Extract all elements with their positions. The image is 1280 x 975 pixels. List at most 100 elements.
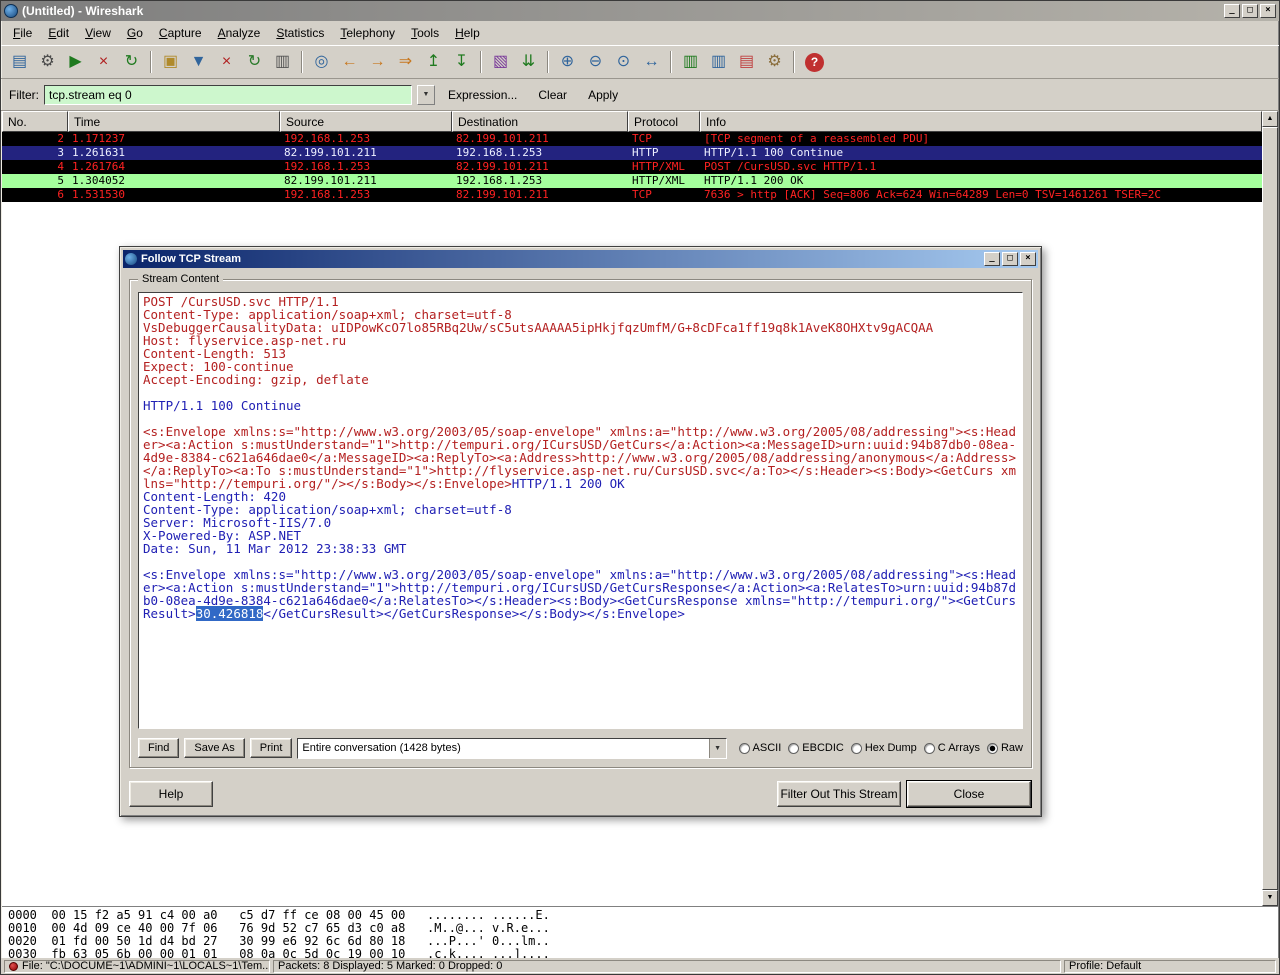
radio-ebcdic[interactable]: EBCDIC [788, 742, 844, 754]
cell-source: 82.199.101.211 [284, 146, 377, 159]
find-button[interactable]: Find [138, 738, 180, 758]
expert-info-icon[interactable] [9, 961, 18, 971]
go-back-icon[interactable]: ← [336, 49, 363, 75]
capture-filters-icon[interactable]: ▥ [677, 49, 704, 75]
packet-row-2[interactable]: 2 1.171237 192.168.1.253 82.199.101.211 TCP [… [2, 132, 1262, 146]
window-controls: _ □ × [1224, 4, 1276, 18]
dialog-close-button[interactable]: Close [907, 781, 1031, 807]
column-header-destination[interactable]: Destination [452, 111, 628, 132]
menu-statistics[interactable]: Statistics [268, 22, 332, 44]
menu-telephony[interactable]: Telephony [332, 22, 403, 44]
go-forward-icon[interactable]: → [364, 49, 391, 75]
status-file-text: File: "C:\DOCUME~1\ADMINI~1\LOCALS~1\Tem… [22, 960, 270, 972]
column-header-protocol[interactable]: Protocol [628, 111, 700, 132]
scroll-thumb[interactable] [1262, 127, 1278, 890]
filter-out-stream-button[interactable]: Filter Out This Stream [777, 781, 901, 807]
go-to-packet-icon[interactable]: ⇒ [392, 49, 419, 75]
filter-dropdown-icon[interactable]: ▼ [417, 84, 435, 105]
packet-row-6[interactable]: 6 1.531530 192.168.1.253 82.199.101.211 TCP 7… [2, 188, 1262, 202]
column-header-time[interactable]: Time [68, 111, 280, 132]
stream-segment-server: HTTP/1.1 100 Continue [143, 398, 302, 413]
zoom-out-icon[interactable]: ⊖ [582, 49, 609, 75]
zoom-100-icon[interactable]: ⊙ [610, 49, 637, 75]
menu-file[interactable]: File [5, 22, 40, 44]
cell-info: 7636 > http [ACK] Seq=806 Ack=624 Win=64… [704, 188, 1161, 201]
clear-button[interactable]: Clear [530, 84, 575, 106]
cell-info: HTTP/1.1 100 Continue [704, 146, 844, 159]
packet-row-5[interactable]: 5 1.304052 82.199.101.211 192.168.1.253 HTTP… [2, 174, 1262, 188]
resize-columns-icon[interactable]: ↔ [638, 49, 665, 75]
radio-c-arrays[interactable]: C Arrays [923, 742, 980, 754]
minimize-button[interactable]: _ [1224, 4, 1240, 18]
maximize-button[interactable]: □ [1242, 4, 1258, 18]
column-header-source[interactable]: Source [280, 111, 452, 132]
menu-go[interactable]: Go [119, 22, 151, 44]
conversation-select[interactable]: Entire conversation (1428 bytes) ▼ [297, 737, 727, 759]
help-button[interactable]: Help [129, 781, 213, 807]
scroll-down-icon[interactable]: ▼ [1262, 890, 1278, 906]
menu-analyze[interactable]: Analyze [210, 22, 269, 44]
column-header-info[interactable]: Info [700, 111, 1262, 132]
expression-button[interactable]: Expression... [440, 84, 525, 106]
cell-protocol: TCP [632, 188, 652, 201]
cell-no: 4 [57, 160, 64, 173]
save-file-icon[interactable]: ▼ [185, 49, 212, 75]
print-button[interactable]: Print [249, 738, 293, 758]
dialog-title-bar[interactable]: Follow TCP Stream _ □ × [123, 250, 1038, 268]
dialog-maximize-button[interactable]: □ [1002, 252, 1018, 266]
capture-options-icon[interactable]: ⚙ [34, 49, 61, 75]
cell-source: 192.168.1.253 [284, 160, 371, 173]
status-file-panel: File: "C:\DOCUME~1\ADMINI~1\LOCALS~1\Tem… [4, 959, 270, 973]
cell-destination: 82.199.101.211 [456, 188, 549, 201]
stream-segment-server: </GetCursResult></GetCursResponse></s:Bo… [263, 606, 685, 621]
window-title: (Untitled) - Wireshark [22, 4, 144, 18]
interfaces-icon[interactable]: ▤ [6, 49, 33, 75]
dialog-minimize-button[interactable]: _ [984, 252, 1000, 266]
find-packet-icon[interactable]: ◎ [308, 49, 335, 75]
apply-button[interactable]: Apply [580, 84, 626, 106]
packet-row-3[interactable]: 3 1.261631 82.199.101.211 192.168.1.253 HTTP… [2, 146, 1262, 160]
coloring-rules-icon[interactable]: ▤ [733, 49, 760, 75]
menu-edit[interactable]: Edit [40, 22, 77, 44]
menu-help[interactable]: Help [447, 22, 488, 44]
filter-input[interactable] [44, 84, 412, 105]
menu-view[interactable]: View [77, 22, 119, 44]
help-icon[interactable]: ? [805, 52, 824, 72]
auto-scroll-icon[interactable]: ⇊ [515, 49, 542, 75]
colorize-icon[interactable]: ▧ [487, 49, 514, 75]
zoom-in-icon[interactable]: ⊕ [554, 49, 581, 75]
menu-capture[interactable]: Capture [151, 22, 210, 44]
dialog-controls: Find Save As Print Entire conversation (… [138, 735, 1023, 761]
stream-content-box[interactable]: POST /CursUSD.svc HTTP/1.1 Content-Type:… [138, 292, 1023, 729]
cell-no: 2 [57, 132, 64, 145]
packet-row-4[interactable]: 4 1.261764 192.168.1.253 82.199.101.211 HTTP… [2, 160, 1262, 174]
scroll-up-icon[interactable]: ▲ [1262, 111, 1278, 127]
go-top-icon[interactable]: ↥ [420, 49, 447, 75]
close-button[interactable]: × [1260, 4, 1276, 18]
column-header-no[interactable]: No. [2, 111, 68, 132]
radio-hex-dump[interactable]: Hex Dump [850, 742, 917, 754]
capture-start-icon[interactable]: ▶ [62, 49, 89, 75]
radio-raw[interactable]: Raw [986, 742, 1023, 754]
go-bottom-icon[interactable]: ↧ [448, 49, 475, 75]
capture-restart-icon[interactable]: ↻ [118, 49, 145, 75]
cell-protocol: HTTP/XML [632, 160, 685, 173]
dialog-close-icon[interactable]: × [1020, 252, 1036, 266]
open-file-icon[interactable]: ▣ [157, 49, 184, 75]
close-file-icon[interactable]: × [213, 49, 240, 75]
main-title-bar[interactable]: (Untitled) - Wireshark _ □ × [1, 1, 1279, 21]
status-bar: File: "C:\DOCUME~1\ADMINI~1\LOCALS~1\Tem… [1, 958, 1279, 974]
cell-destination: 82.199.101.211 [456, 132, 549, 145]
menu-tools[interactable]: Tools [403, 22, 447, 44]
print-icon[interactable]: ▥ [269, 49, 296, 75]
capture-stop-icon[interactable]: × [90, 49, 117, 75]
reload-icon[interactable]: ↻ [241, 49, 268, 75]
preferences-icon[interactable]: ⚙ [761, 49, 788, 75]
radio-ascii[interactable]: ASCII [738, 742, 781, 754]
vertical-scrollbar[interactable]: ▲ ▼ [1262, 111, 1278, 906]
hex-view[interactable]: 0000 00 15 f2 a5 91 c4 00 a0 c5 d7 ff ce… [2, 906, 1278, 958]
toolbar-separator [670, 51, 672, 73]
combo-dropdown-icon[interactable]: ▼ [708, 738, 726, 758]
display-filters-icon[interactable]: ▥ [705, 49, 732, 75]
save-as-button[interactable]: Save As [184, 738, 245, 758]
